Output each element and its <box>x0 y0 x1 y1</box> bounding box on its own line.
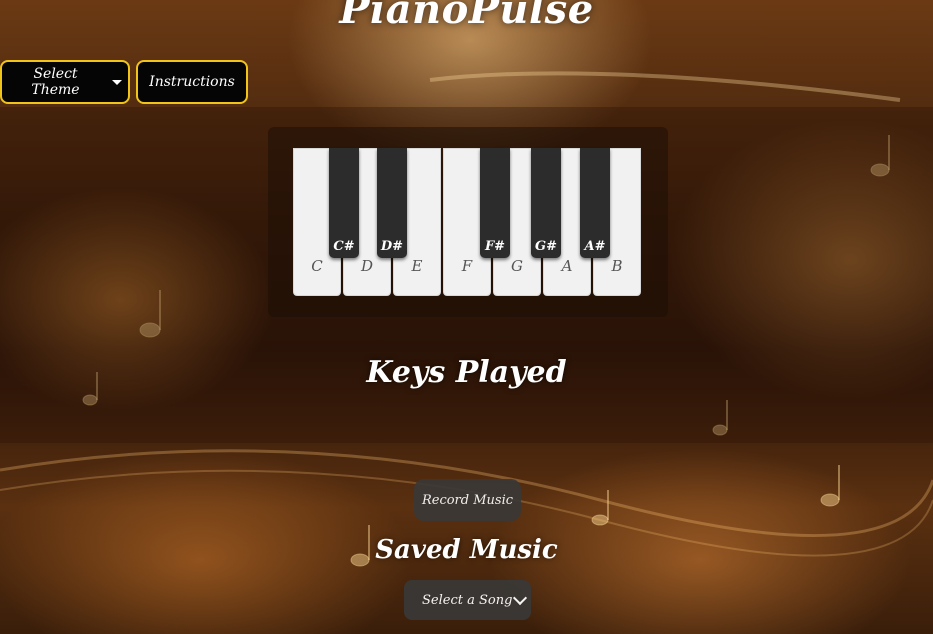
key-label: C# <box>333 239 355 254</box>
key-label: G <box>511 257 523 275</box>
caret-down-icon <box>112 79 122 85</box>
instructions-button[interactable]: Instructions <box>136 60 248 104</box>
key-label: F# <box>484 239 506 254</box>
saved-music-heading: Saved Music <box>375 535 558 565</box>
key-label: E <box>411 257 423 275</box>
piano-key-d-sharp[interactable]: D# <box>377 148 407 258</box>
piano-key-g-sharp[interactable]: G# <box>531 148 561 258</box>
keys-played-heading: Keys Played <box>366 355 567 390</box>
saved-song-select[interactable]: Select a Song <box>404 580 531 620</box>
key-label: A <box>561 257 573 275</box>
select-theme-dropdown[interactable]: Select Theme <box>0 60 130 104</box>
key-label: F <box>461 257 473 275</box>
key-label: C <box>311 257 323 275</box>
piano-key-a-sharp[interactable]: A# <box>580 148 610 258</box>
piano-key-f-sharp[interactable]: F# <box>480 148 510 258</box>
key-label: D# <box>380 239 404 254</box>
select-theme-label: Select Theme <box>31 66 80 98</box>
key-label: B <box>611 257 623 275</box>
chevron-down-icon <box>512 590 528 606</box>
piano-key-c-sharp[interactable]: C# <box>329 148 359 258</box>
key-label: G# <box>535 239 557 254</box>
app-title: PianoPulse <box>339 0 594 33</box>
record-music-button[interactable]: Record Music <box>414 479 521 521</box>
instructions-label: Instructions <box>149 74 235 90</box>
key-label: A# <box>584 239 606 254</box>
key-label: D <box>360 257 374 275</box>
song-select-value: Select a Song <box>422 592 513 608</box>
